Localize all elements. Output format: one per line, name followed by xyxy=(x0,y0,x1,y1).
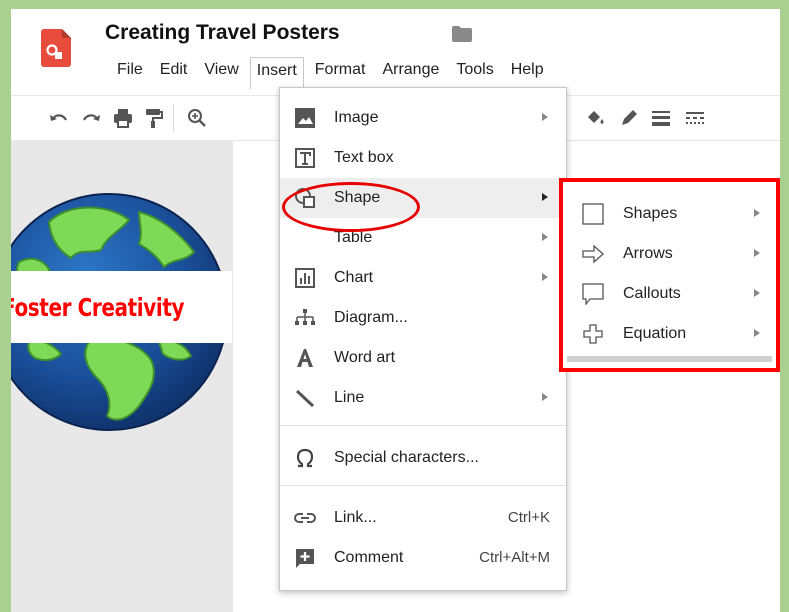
menu-view[interactable]: View xyxy=(198,57,244,87)
print-icon[interactable] xyxy=(111,106,135,130)
insert-menu-item-comment[interactable]: Comment Ctrl+Alt+M xyxy=(280,538,566,578)
menu-label: Word art xyxy=(334,349,396,366)
undo-icon[interactable] xyxy=(47,106,71,130)
menu-label: Chart xyxy=(334,269,374,286)
submenu-arrow-icon xyxy=(542,193,548,201)
submenu-arrow-icon xyxy=(754,209,760,217)
insert-menu-item-image[interactable]: Image xyxy=(280,98,566,138)
submenu-arrow-icon xyxy=(754,249,760,257)
redo-icon[interactable] xyxy=(79,106,103,130)
submenu-arrow-icon xyxy=(542,273,548,281)
border-color-icon[interactable] xyxy=(617,106,641,130)
foster-creativity-text: Foster Creativity xyxy=(11,292,185,322)
insert-menu: Image Text box Shape Table Chart Diagram… xyxy=(279,87,567,591)
submenu-arrow-icon xyxy=(754,329,760,337)
submenu-item-equation[interactable]: Equation xyxy=(567,314,772,354)
insert-menu-item-text-box[interactable]: Text box xyxy=(280,138,566,178)
menu-label: Special characters... xyxy=(334,449,479,466)
submenu-arrow-icon xyxy=(542,233,548,241)
border-dash-icon[interactable] xyxy=(683,106,707,130)
menu-label: Line xyxy=(334,389,365,406)
paint-format-icon[interactable] xyxy=(141,106,165,130)
menu-separator xyxy=(280,485,566,486)
fill-color-icon[interactable] xyxy=(583,106,607,130)
insert-menu-item-word-art[interactable]: Word art xyxy=(280,338,566,378)
arrow-shape-icon xyxy=(582,244,604,264)
comment-icon xyxy=(296,549,314,568)
shortcut-text: Ctrl+Alt+M xyxy=(479,549,550,566)
menu-arrange[interactable]: Arrange xyxy=(376,57,445,87)
menu-edit[interactable]: Edit xyxy=(154,57,194,87)
submenu-label: Shapes xyxy=(623,205,678,222)
shape-submenu: Shapes Arrows Callouts Equation xyxy=(567,186,772,356)
insert-menu-item-chart[interactable]: Chart xyxy=(280,258,566,298)
insert-menu-item-special-characters[interactable]: Special characters... xyxy=(280,438,566,478)
text-box-icon xyxy=(295,148,315,168)
submenu-label: Equation xyxy=(623,325,687,342)
line-icon xyxy=(295,389,315,408)
zoom-icon[interactable] xyxy=(185,106,209,130)
border-weight-icon[interactable] xyxy=(649,106,673,130)
image-icon xyxy=(295,108,315,128)
submenu-arrow-icon xyxy=(542,113,548,121)
toolbar-separator xyxy=(173,104,174,132)
insert-menu-item-diagram[interactable]: Diagram... xyxy=(280,298,566,338)
link-icon xyxy=(294,513,316,523)
submenu-item-callouts[interactable]: Callouts xyxy=(567,274,772,314)
menu-label: Diagram... xyxy=(334,309,408,326)
folder-icon[interactable] xyxy=(451,25,473,43)
submenu-scroll-shadow xyxy=(567,356,772,362)
submenu-label: Callouts xyxy=(623,285,681,302)
menu-bar: File Edit View Insert Format Arrange Too… xyxy=(111,57,555,89)
insert-menu-item-line[interactable]: Line xyxy=(280,378,566,418)
insert-menu-item-link[interactable]: Link... Ctrl+K xyxy=(280,498,566,538)
highlight-oval xyxy=(282,182,420,232)
menu-label: Comment xyxy=(334,549,404,566)
menu-tools[interactable]: Tools xyxy=(450,57,499,87)
menu-label: Image xyxy=(334,109,379,126)
plus-shape-icon xyxy=(583,324,603,344)
word-art-icon xyxy=(297,349,313,367)
foster-creativity-textbox[interactable]: Foster Creativity xyxy=(11,271,232,343)
callout-shape-icon xyxy=(582,283,604,305)
slides-logo-icon[interactable] xyxy=(41,29,71,67)
submenu-label: Arrows xyxy=(623,245,673,262)
omega-icon xyxy=(296,448,314,468)
menu-separator xyxy=(280,425,566,426)
slides-window: Creating Travel Posters File Edit View I… xyxy=(11,9,780,612)
menu-format[interactable]: Format xyxy=(309,57,372,87)
menu-file[interactable]: File xyxy=(111,57,149,87)
shape-submenu-highlight: Shapes Arrows Callouts Equation xyxy=(559,178,780,372)
submenu-item-shapes[interactable]: Shapes xyxy=(567,194,772,234)
document-title[interactable]: Creating Travel Posters xyxy=(105,21,340,45)
submenu-item-arrows[interactable]: Arrows xyxy=(567,234,772,274)
chart-icon xyxy=(295,268,315,288)
menu-label: Link... xyxy=(334,509,377,526)
diagram-icon xyxy=(295,309,315,325)
submenu-arrow-icon xyxy=(542,393,548,401)
menu-help[interactable]: Help xyxy=(505,57,550,87)
square-shape-icon xyxy=(582,203,604,225)
shortcut-text: Ctrl+K xyxy=(507,509,550,526)
menu-label: Text box xyxy=(334,149,394,166)
submenu-arrow-icon xyxy=(754,289,760,297)
menu-insert[interactable]: Insert xyxy=(249,57,304,89)
